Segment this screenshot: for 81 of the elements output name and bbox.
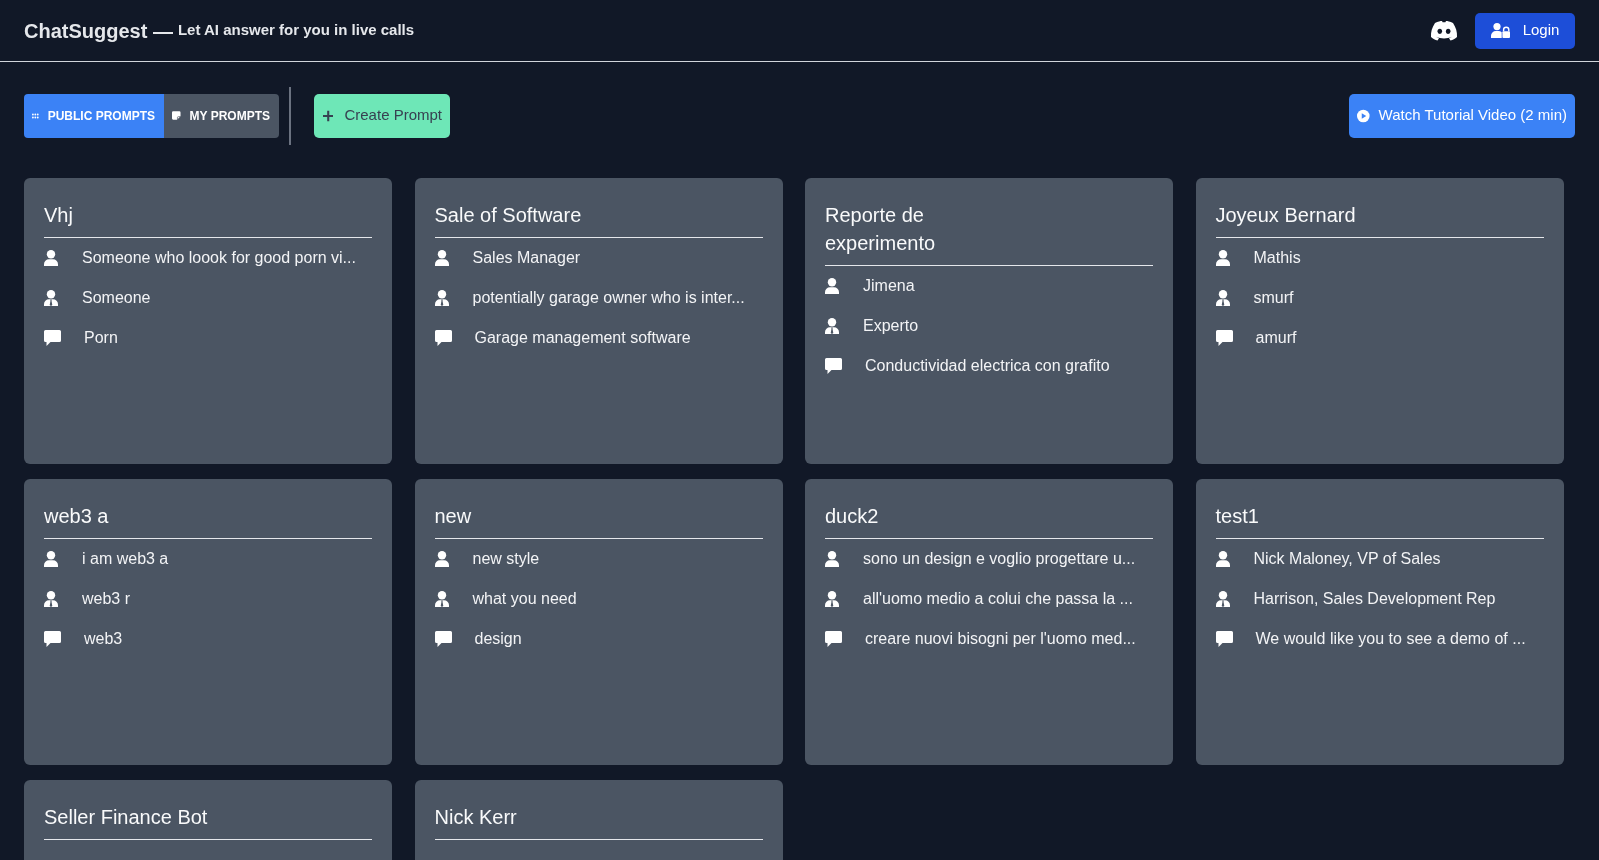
prompt-card[interactable]: Reporte de experimento Jimena Experto Conductividad electrica con grafito [805,178,1173,464]
prompt-title: web3 a [44,504,110,529]
prompt-detail: sono un design e voglio progettare u... [863,549,1136,569]
user-lock-icon [1490,23,1510,38]
prompt-detail: Nick Maloney, VP of Sales [1253,549,1441,569]
user-tie-icon [434,591,449,607]
login-button[interactable]: Login [1475,12,1575,49]
prompt-title: test1 [1215,504,1260,529]
user-icon [434,250,449,266]
prompt-card[interactable]: duck2 sono un design e voglio progettare u... all'uomo medio a colui che passa la ... creare nuovi bisogni per l'uomo med... [805,479,1173,765]
prompt-detail: Mathis [1253,248,1301,268]
discord-icon[interactable] [1430,20,1458,41]
prompt-card[interactable]: web3 a i am web3 a web3 r web3 [24,479,392,765]
app-title: ChatSuggest — [24,18,173,44]
prompt-detail: Porn [84,328,118,348]
speech-bubble-icon [825,631,842,647]
prompt-card[interactable]: Seller Finance Bot [24,780,392,860]
speech-bubble-icon [1215,330,1233,346]
prompt-card[interactable]: Sale of Software Sales Manager potentially garage owner who is inter... Garage management software [414,178,783,464]
prompt-detail: amurf [1255,328,1297,348]
prompt-title: Vhj [44,203,74,228]
grid-dots-icon [32,111,39,120]
prompt-detail: Conductividad electrica con grafito [865,356,1110,376]
prompt-title: new [434,504,473,529]
app-tagline: Let AI answer for you in live calls [177,20,415,41]
prompt-detail: all'uomo medio a colui che passa la ... [863,589,1133,609]
user-tie-icon [434,290,449,306]
speech-bubble-icon [1215,631,1233,647]
prompt-title: Reporte de experimento [825,203,937,256]
user-icon [44,250,58,266]
user-icon [44,551,58,567]
prompt-detail: web3 [84,629,123,649]
user-tie-icon [1215,290,1230,306]
prompt-detail: Someone [82,288,151,308]
prompt-card[interactable]: new new style what you need design [414,479,783,765]
prompt-detail: potentially garage owner who is inter... [472,288,745,308]
prompt-detail: smurf [1253,288,1294,308]
prompt-title: Seller Finance Bot [44,805,209,830]
prompt-detail: Garage management software [474,328,691,348]
user-tie-icon [825,591,839,607]
prompt-detail: what you need [472,589,577,609]
watch-tutorial-button[interactable]: Watch Tutorial Video (2 min) [1349,93,1575,138]
user-icon [825,551,839,567]
user-icon [1215,250,1230,266]
prompt-title: Sale of Software [434,203,583,228]
prompt-title: Nick Kerr [434,805,518,830]
prompt-detail: Jimena [863,276,915,296]
prompt-card[interactable]: Nick Kerr [414,780,783,860]
prompt-detail: new style [472,549,540,569]
user-tie-icon [825,318,839,334]
prompt-card[interactable]: test1 Nick Maloney, VP of Sales Harrison, Sales Development Rep We would like you to see a demo of ... [1195,479,1564,765]
create-prompt-button[interactable]: Create Prompt [314,93,450,138]
prompts-tab[interactable]: PUBLIC PROMPTS [24,93,164,138]
prompts-tab[interactable]: MY PROMPTS [164,93,279,138]
user-tie-icon [1215,591,1230,607]
speech-bubble-icon [434,631,452,647]
prompt-title: duck2 [825,504,880,529]
prompt-detail: We would like you to see a demo of ... [1255,629,1526,649]
note-icon [172,110,181,121]
speech-bubble-icon [434,330,452,346]
user-icon [434,551,449,567]
prompt-detail: Experto [863,316,919,336]
prompt-detail: Harrison, Sales Development Rep [1253,589,1496,609]
prompt-card[interactable]: Joyeux Bernard Mathis smurf amurf [1195,178,1564,464]
user-tie-icon [44,290,58,306]
speech-bubble-icon [825,358,842,374]
prompt-detail: Sales Manager [472,248,581,268]
speech-bubble-icon [44,330,61,346]
prompt-detail: web3 r [82,589,131,609]
user-tie-icon [44,591,58,607]
prompt-detail: creare nuovi bisogni per l'uomo med... [865,629,1136,649]
plus-icon [323,109,334,122]
user-icon [825,278,839,294]
prompt-card[interactable]: Vhj Someone who loook for good porn vi... Someone Porn [24,178,392,464]
prompt-detail: Someone who loook for good porn vi... [82,248,356,268]
play-icon [1357,108,1370,123]
prompt-detail: design [474,629,522,649]
prompt-detail: i am web3 a [82,549,169,569]
user-icon [1215,551,1230,567]
prompt-title: Joyeux Bernard [1215,203,1357,228]
speech-bubble-icon [44,631,61,647]
